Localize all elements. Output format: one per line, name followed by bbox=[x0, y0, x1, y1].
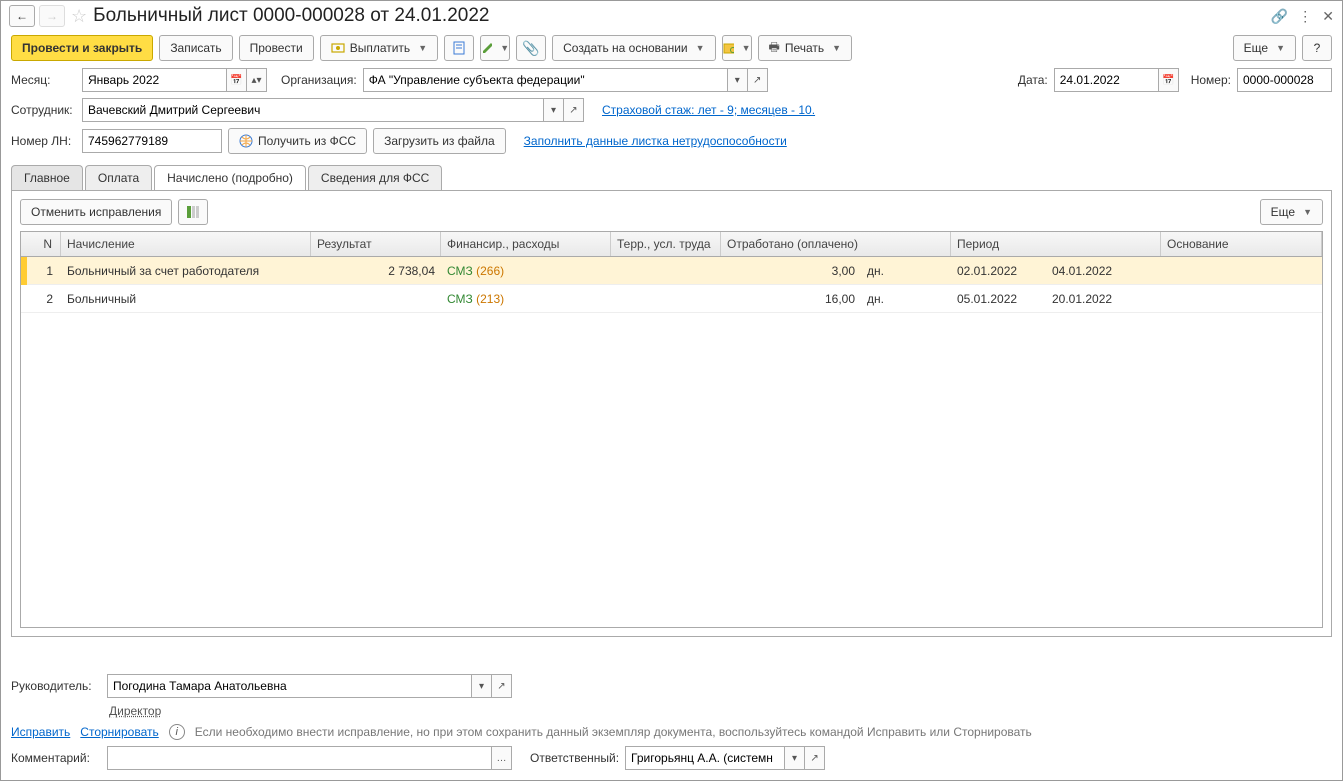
col-terr[interactable]: Терр., усл. труда bbox=[611, 232, 721, 256]
save-button[interactable]: Записать bbox=[159, 35, 232, 61]
responsible-dropdown-button[interactable]: ▾ bbox=[785, 746, 805, 770]
cancel-corrections-button[interactable]: Отменить исправления bbox=[20, 199, 172, 225]
printer-icon: 🖶 bbox=[769, 38, 780, 59]
comment-ellipsis-button[interactable]: … bbox=[492, 746, 512, 770]
month-calendar-button[interactable]: 📅 bbox=[227, 68, 247, 92]
columns-icon bbox=[186, 205, 200, 219]
month-spinner-button[interactable]: ▴▾ bbox=[247, 68, 267, 92]
table-more-button[interactable]: Еще▼ bbox=[1260, 199, 1323, 225]
post-and-close-button[interactable]: Провести и закрыть bbox=[11, 35, 153, 61]
date-input[interactable] bbox=[1054, 68, 1159, 92]
employee-input[interactable] bbox=[82, 98, 544, 122]
fill-ln-link[interactable]: Заполнить данные листка нетрудоспособнос… bbox=[524, 134, 787, 148]
employee-label: Сотрудник: bbox=[11, 103, 76, 117]
org-dropdown-button[interactable]: ▾ bbox=[728, 68, 748, 92]
info-icon: i bbox=[169, 724, 185, 740]
employee-open-button[interactable]: ↗ bbox=[564, 98, 584, 122]
manager-dropdown-button[interactable]: ▾ bbox=[472, 674, 492, 698]
ln-label: Номер ЛН: bbox=[11, 134, 76, 148]
tab-main[interactable]: Главное bbox=[11, 165, 83, 190]
paperclip-icon: 📎 bbox=[522, 40, 539, 57]
load-from-file-button[interactable]: Загрузить из файла bbox=[373, 128, 506, 154]
col-worked[interactable]: Отработано (оплачено) bbox=[721, 232, 951, 256]
page-title: Больничный лист 0000-000028 от 24.01.202… bbox=[93, 5, 1267, 27]
org-open-button[interactable]: ↗ bbox=[748, 68, 768, 92]
tabs-bar: Главное Оплата Начислено (подробно) Свед… bbox=[1, 157, 1342, 191]
date-label: Дата: bbox=[1018, 73, 1048, 87]
number-label: Номер: bbox=[1191, 73, 1231, 87]
comment-label: Комментарий: bbox=[11, 751, 101, 765]
info-text: Если необходимо внести исправление, но п… bbox=[195, 725, 1032, 739]
col-n[interactable]: N bbox=[21, 232, 61, 256]
org-input[interactable] bbox=[363, 68, 728, 92]
responsible-input[interactable] bbox=[625, 746, 785, 770]
folder-gear-icon bbox=[723, 41, 734, 55]
responsible-open-button[interactable]: ↗ bbox=[805, 746, 825, 770]
post-button[interactable]: Провести bbox=[239, 35, 314, 61]
report-button[interactable] bbox=[444, 35, 474, 61]
insurance-link[interactable]: Страховой стаж: лет - 9; месяцев - 10. bbox=[602, 103, 815, 117]
tab-payment[interactable]: Оплата bbox=[85, 165, 152, 190]
pencil-icon bbox=[481, 41, 492, 55]
ln-input[interactable] bbox=[82, 129, 222, 153]
nav-forward-button[interactable]: → bbox=[39, 5, 65, 27]
accruals-table: N Начисление Результат Финансир., расход… bbox=[20, 231, 1323, 628]
month-input[interactable] bbox=[82, 68, 227, 92]
more-button[interactable]: Еще▼ bbox=[1233, 35, 1296, 61]
col-basis[interactable]: Основание bbox=[1161, 232, 1322, 256]
org-label: Организация: bbox=[281, 73, 357, 87]
document-icon bbox=[452, 41, 466, 55]
comment-input[interactable] bbox=[107, 746, 492, 770]
col-accrual[interactable]: Начисление bbox=[61, 232, 311, 256]
print-button[interactable]: 🖶Печать▼ bbox=[758, 35, 853, 61]
help-button[interactable]: ? bbox=[1302, 35, 1332, 61]
fix-link[interactable]: Исправить bbox=[11, 725, 70, 739]
close-icon[interactable]: ✕ bbox=[1322, 8, 1334, 25]
columns-button[interactable] bbox=[178, 199, 208, 225]
reverse-link[interactable]: Сторнировать bbox=[80, 725, 158, 739]
pay-button[interactable]: Выплатить▼ bbox=[320, 35, 438, 61]
settings-button[interactable]: ▼ bbox=[722, 35, 752, 61]
money-icon bbox=[331, 41, 345, 55]
link-icon[interactable]: 🔗 bbox=[1271, 8, 1288, 25]
create-based-button[interactable]: Создать на основании▼ bbox=[552, 35, 715, 61]
manager-open-button[interactable]: ↗ bbox=[492, 674, 512, 698]
edit-button[interactable]: ▼ bbox=[480, 35, 510, 61]
employee-dropdown-button[interactable]: ▾ bbox=[544, 98, 564, 122]
manager-position-link[interactable]: Директор bbox=[109, 704, 161, 718]
table-row[interactable]: 2 Больничный СМЗ (213) 16,00 дн. 05.01.2… bbox=[21, 285, 1322, 313]
tab-fss[interactable]: Сведения для ФСС bbox=[308, 165, 442, 190]
table-row[interactable]: 1 Больничный за счет работодателя 2 738,… bbox=[21, 257, 1322, 285]
globe-icon bbox=[239, 134, 253, 148]
month-label: Месяц: bbox=[11, 73, 76, 87]
attach-button[interactable]: 📎 bbox=[516, 35, 546, 61]
number-input[interactable] bbox=[1237, 68, 1332, 92]
kebab-menu-icon[interactable]: ⋮ bbox=[1298, 8, 1312, 25]
manager-label: Руководитель: bbox=[11, 679, 101, 693]
manager-input[interactable] bbox=[107, 674, 472, 698]
favorite-star-icon[interactable]: ☆ bbox=[71, 6, 87, 27]
tab-accrued[interactable]: Начислено (подробно) bbox=[154, 165, 306, 190]
date-calendar-button[interactable]: 📅 bbox=[1159, 68, 1179, 92]
nav-back-button[interactable]: ← bbox=[9, 5, 35, 27]
responsible-label: Ответственный: bbox=[530, 751, 619, 765]
col-period[interactable]: Период bbox=[951, 232, 1161, 256]
col-finance[interactable]: Финансир., расходы bbox=[441, 232, 611, 256]
get-from-fss-button[interactable]: Получить из ФСС bbox=[228, 128, 367, 154]
col-result[interactable]: Результат bbox=[311, 232, 441, 256]
